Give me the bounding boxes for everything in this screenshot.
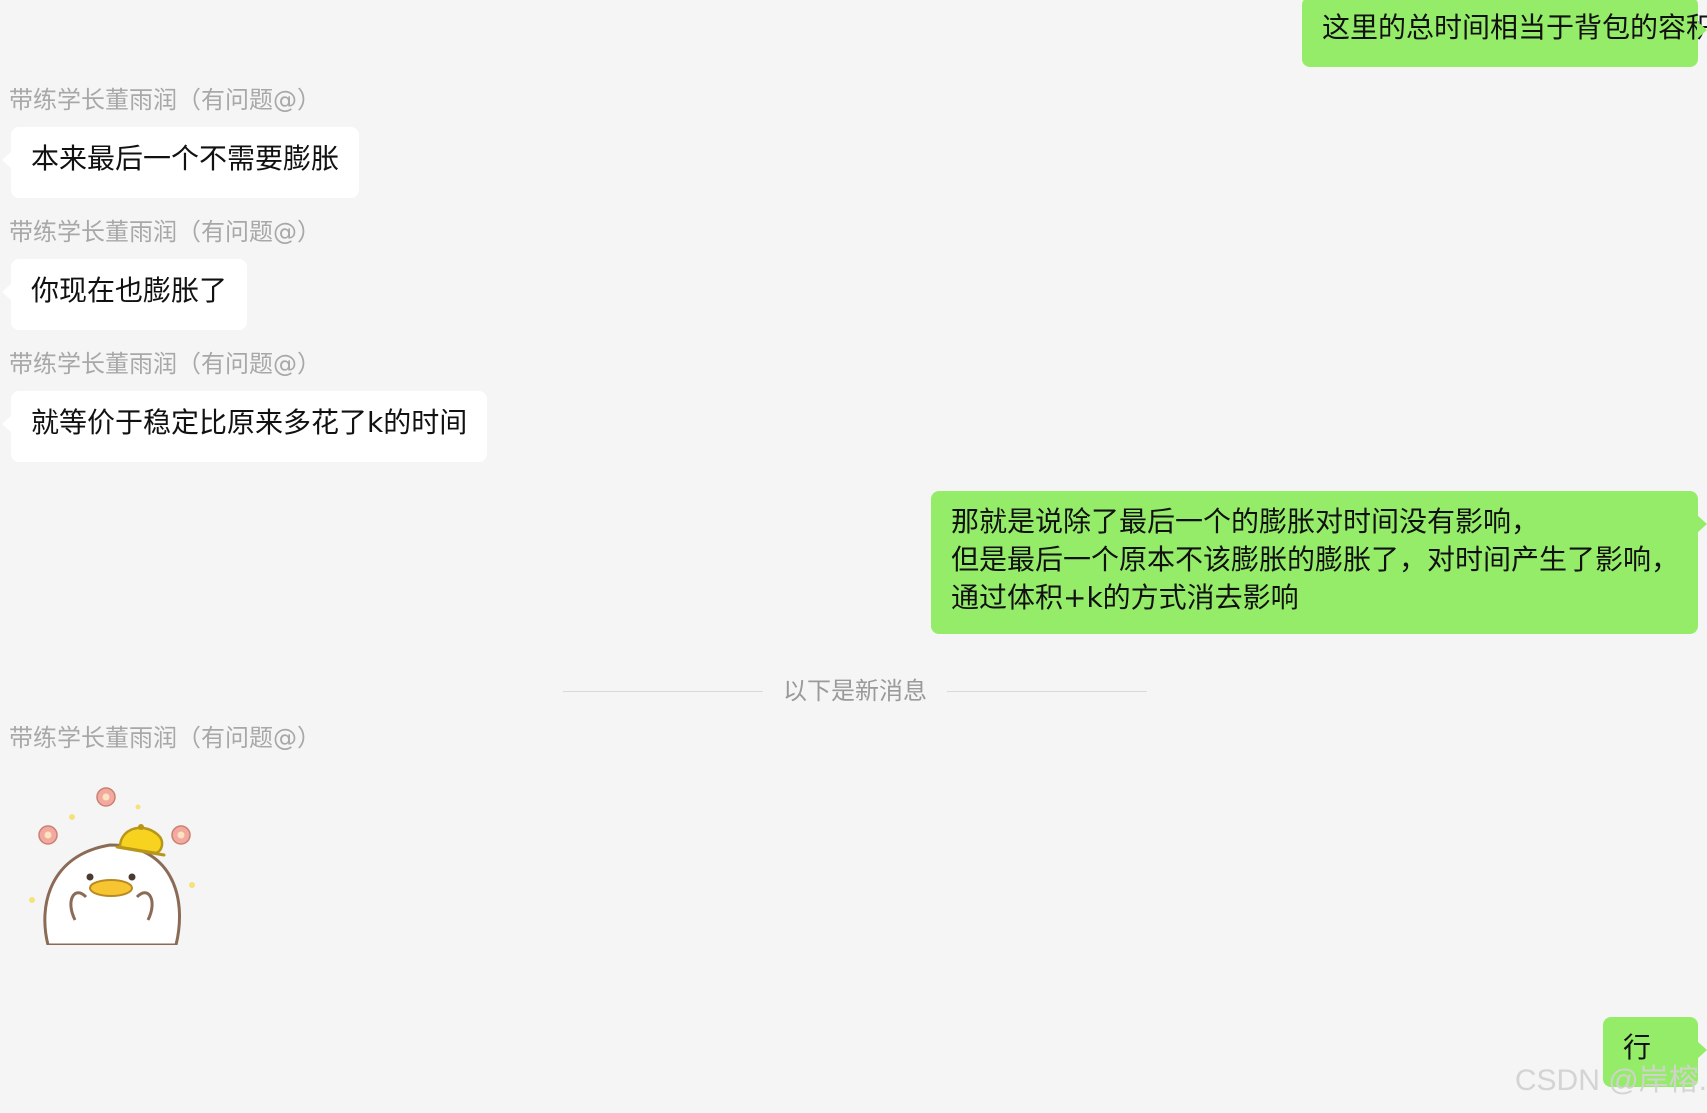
outgoing-message-bubble[interactable]: 这里的总时间相当于背包的容积 [1302,0,1707,67]
new-messages-divider: 以下是新消息 [563,676,1147,706]
message-text-line: 通过体积+k的方式消去影响 [951,581,1299,614]
incoming-message-bubble[interactable]: 本来最后一个不需要膨胀 [2,127,359,198]
incoming-message-bubble[interactable]: 你现在也膨胀了 [2,259,247,330]
message-text-line: 那就是说除了最后一个的膨胀对时间没有影响， [951,505,1540,538]
duck-sticker-icon [29,787,195,947]
csdn-watermark: CSDN @岸榕. [1514,1064,1707,1097]
sender-name: 带练学长董雨润（有问题@） [9,218,321,246]
sender-name: 带练学长董雨润（有问题@） [9,350,321,378]
duck-sticker[interactable] [20,785,200,947]
incoming-message-bubble[interactable]: 就等价于稳定比原来多花了k的时间 [2,391,487,462]
message-text: 这里的总时间相当于背包的容积 [1322,11,1707,44]
message-text: 本来最后一个不需要膨胀 [31,142,340,175]
message-text: 就等价于稳定比原来多花了k的时间 [31,406,468,439]
message-text: 你现在也膨胀了 [31,274,228,307]
sender-name: 带练学长董雨润（有问题@） [9,86,321,114]
message-text-line: 但是最后一个原本不该膨胀的膨胀了，对时间产生了影响， [951,543,1680,576]
divider-line-right [947,691,1147,692]
chat-window[interactable]: 这里的总时间相当于背包的容积 带练学长董雨润（有问题@） 本来最后一个不需要膨胀… [0,0,1707,1113]
sender-name: 带练学长董雨润（有问题@） [9,724,321,752]
outgoing-message-bubble[interactable]: 那就是说除了最后一个的膨胀对时间没有影响， 但是最后一个原本不该膨胀的膨胀了，对… [931,491,1707,634]
